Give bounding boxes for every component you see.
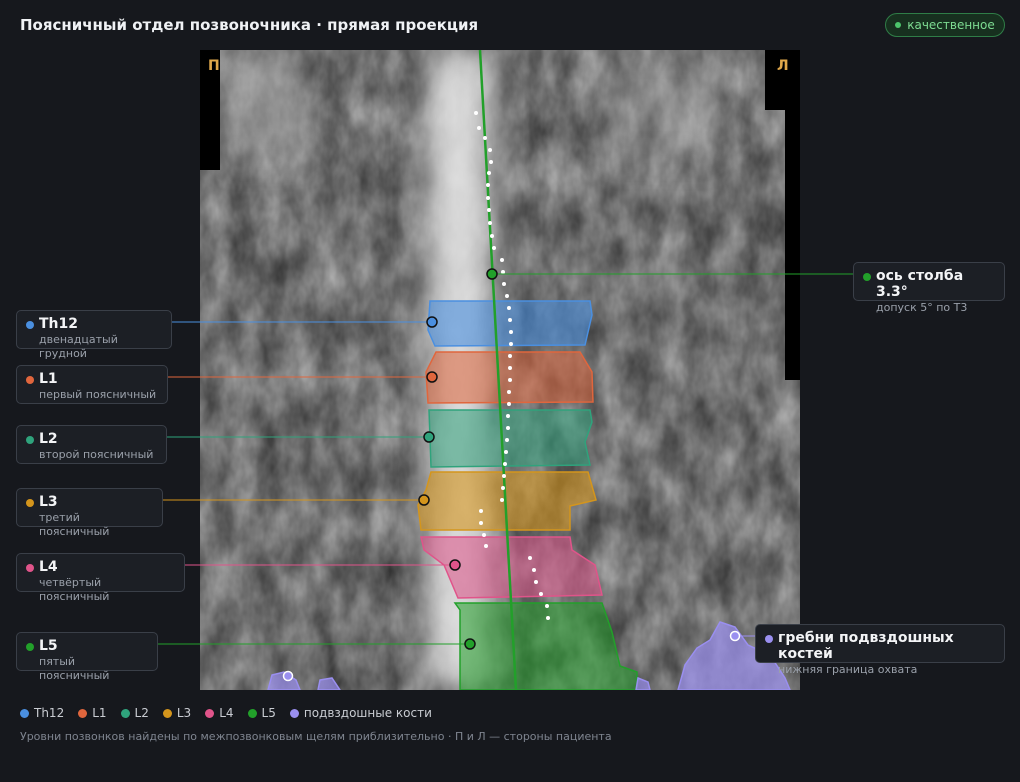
legend-item-th12[interactable]: Th12: [20, 706, 64, 720]
legend-item-l4[interactable]: L4: [205, 706, 234, 720]
legend-item-l5[interactable]: L5: [247, 706, 276, 720]
callout-l2-label: L2: [39, 431, 58, 447]
legend-dot-icon: [20, 708, 29, 718]
anchor-l1[interactable]: [426, 371, 438, 383]
callout-l2[interactable]: L2 второй поясничный: [16, 425, 167, 464]
legend-dot-icon: [78, 708, 88, 718]
callout-th12-desc: двенадцатый грудной: [39, 333, 118, 360]
callout-l1-desc: первый поясничный: [39, 388, 157, 401]
l3-dot-icon: [26, 499, 34, 507]
callout-l5-label: L5: [39, 638, 58, 654]
callout-l4-label: L4: [39, 559, 58, 575]
legend-label: L5: [261, 706, 276, 720]
callout-l1-label: L1: [39, 371, 58, 387]
footnote: Уровни позвонков найдены по межпозвонков…: [20, 730, 612, 743]
legend-label: L4: [219, 706, 234, 720]
legend-item-iliac[interactable]: подвздошные кости: [289, 706, 432, 720]
callout-iliac-label: гребни подвздошных костей: [778, 630, 954, 662]
legend-label: подвздошные кости: [303, 706, 432, 720]
legend-label: L1: [92, 706, 107, 720]
l5-dot-icon: [26, 643, 34, 651]
legend-dot-icon: [162, 708, 172, 718]
callout-axis-label: ось столба 3.3°: [876, 268, 964, 300]
anchor-l4[interactable]: [449, 559, 461, 571]
legend-item-l3[interactable]: L3: [162, 706, 192, 720]
legend-dot-icon: [120, 708, 130, 718]
l4-dot-icon: [26, 564, 34, 572]
legend: Th12 L1 L2 L3 L4 L5 подвздошные кости: [20, 706, 432, 720]
callout-iliac[interactable]: гребни подвздошных костей нижняя граница…: [755, 624, 1005, 676]
anchor-axis[interactable]: [486, 268, 498, 280]
legend-label: L3: [176, 706, 192, 720]
legend-dot-icon: [289, 708, 299, 718]
legend-dot-icon: [205, 708, 215, 718]
axis-dot-icon: [863, 273, 871, 281]
legend-item-l1[interactable]: L1: [78, 706, 107, 720]
callout-l4-desc: четвёртый поясничный: [39, 576, 110, 603]
callout-l5[interactable]: L5 пятый поясничный: [16, 632, 158, 682]
callout-l2-desc: второй поясничный: [39, 448, 154, 461]
legend-label: L2: [134, 706, 149, 720]
legend-dot-icon: [247, 708, 257, 718]
callout-axis-desc: допуск 5° по Т3: [876, 301, 968, 314]
th12-dot-icon: [26, 321, 34, 329]
legend-item-l2[interactable]: L2: [120, 706, 149, 720]
callout-l3-desc: третий поясничный: [39, 511, 110, 538]
callout-iliac-desc: нижняя граница охвата: [778, 663, 918, 676]
iliac-dot-icon: [765, 635, 773, 643]
callout-th12-label: Th12: [39, 316, 78, 332]
callout-axis[interactable]: ось столба 3.3° допуск 5° по Т3: [853, 262, 1005, 314]
anchor-iliac-right[interactable]: [729, 630, 741, 642]
callout-l3-label: L3: [39, 494, 58, 510]
l1-dot-icon: [26, 376, 34, 384]
l2-dot-icon: [26, 436, 34, 444]
anchor-l5[interactable]: [464, 638, 476, 650]
callout-l4[interactable]: L4 четвёртый поясничный: [16, 553, 185, 603]
callout-l3[interactable]: L3 третий поясничный: [16, 488, 163, 538]
legend-label: Th12: [34, 706, 65, 720]
anchor-l3[interactable]: [418, 494, 430, 506]
anchor-th12[interactable]: [426, 316, 438, 328]
anchor-iliac-left[interactable]: [282, 670, 294, 682]
callout-th12[interactable]: Th12 двенадцатый грудной: [16, 310, 172, 360]
callout-l1[interactable]: L1 первый поясничный: [16, 365, 168, 404]
callout-l5-desc: пятый поясничный: [39, 655, 110, 682]
anchor-l2[interactable]: [423, 431, 435, 443]
